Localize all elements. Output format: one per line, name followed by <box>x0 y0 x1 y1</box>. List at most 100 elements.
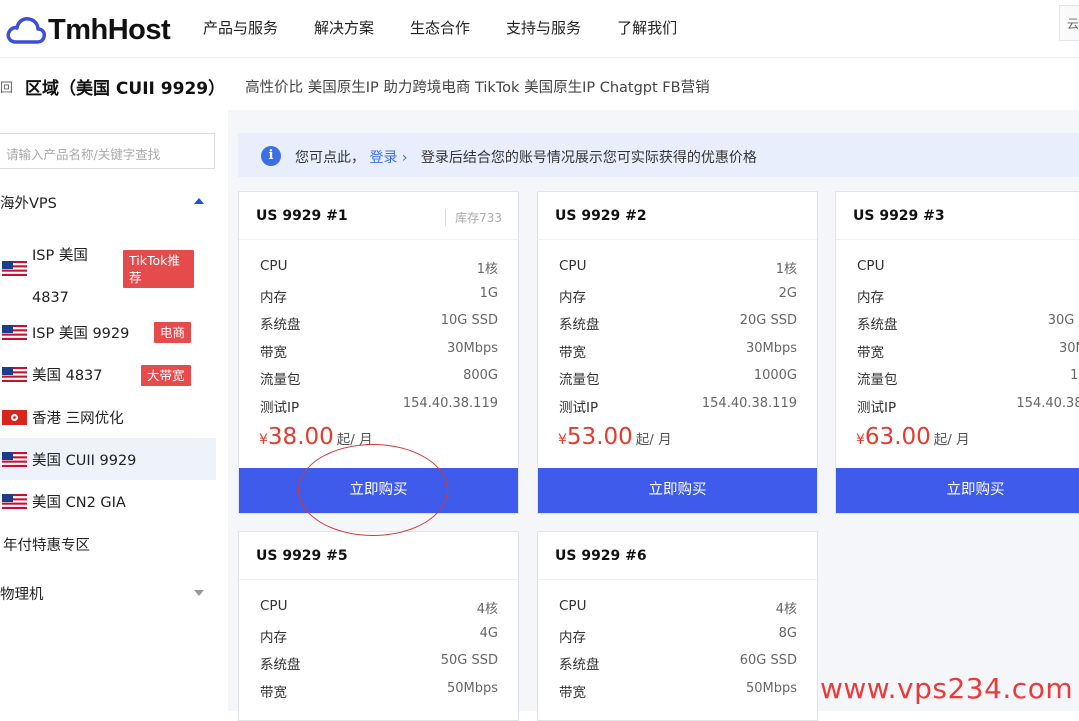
buy-now-button[interactable]: 立即购买 <box>239 468 518 513</box>
spec-label: 系统盘 <box>260 317 301 333</box>
spec-label: 流量包 <box>260 372 301 388</box>
spec-value: 60G SSD <box>739 653 797 668</box>
spec-row: 内存 4G <box>260 626 498 646</box>
currency-symbol: ¥ <box>259 432 268 448</box>
spec-label: CPU <box>559 598 587 614</box>
page-subtitle: 高性价比 美国原生IP 助力跨境电商 TikTok 美国原生IP Chatgpt… <box>245 79 710 96</box>
price: ¥53.00 起/ 月 <box>558 424 672 450</box>
price-value: 53.00 <box>566 424 633 450</box>
price-unit: 起/ 月 <box>635 432 672 448</box>
spec-row: 测试IP 154.40.38.119 <box>559 396 797 416</box>
spec-row: CPU 4核 <box>260 598 498 618</box>
top-header: TmhHost 产品与服务 解决方案 生态合作 支持与服务 了解我们 云 <box>0 0 1079 58</box>
sidebar-item-isp-us-4837[interactable]: ISP 美国 4837 TikTok推 荐 <box>0 235 216 306</box>
product-card: US 9929 #6 CPU 4核 内存 8G 系统盘 60G SSD 带宽 50Mbps <box>537 531 818 721</box>
sidebar-group-vps-label: 海外VPS <box>0 196 57 212</box>
us-flag-icon <box>2 325 27 340</box>
watermark-text: www.vps234.com <box>820 672 1074 705</box>
spec-value: 20G SSD <box>739 313 797 328</box>
main-nav: 产品与服务 解决方案 生态合作 支持与服务 了解我们 <box>203 17 713 38</box>
hk-flag-icon <box>2 410 27 425</box>
header-console-button[interactable]: 云 <box>1059 5 1079 41</box>
sidebar-group-physical[interactable]: 物理机 <box>0 583 216 603</box>
spec-row: 带宽 50Mbps <box>559 681 797 701</box>
tiktok-badge: TikTok推 荐 <box>123 250 194 288</box>
spec-row: 系统盘 50G SSD <box>260 653 498 673</box>
buy-now-button[interactable]: 立即购买 <box>836 468 1079 513</box>
spec-value: 4核 <box>476 602 498 617</box>
notice-suffix: 登录后结合您的账号情况展示您可实际获得的优惠价格 <box>420 150 757 166</box>
back-link[interactable]: 回 <box>0 77 13 96</box>
bandwidth-badge: 大带宽 <box>141 365 191 386</box>
ecommerce-badge: 电商 <box>154 322 192 343</box>
spec-label: 流量包 <box>857 372 898 388</box>
nav-ecosystem[interactable]: 生态合作 <box>410 17 470 38</box>
nav-about[interactable]: 了解我们 <box>617 17 677 38</box>
spec-label: 内存 <box>260 629 287 646</box>
nav-products[interactable]: 产品与服务 <box>203 17 278 38</box>
spec-label: 内存 <box>260 289 287 306</box>
nav-support[interactable]: 支持与服务 <box>506 17 581 38</box>
sidebar-item-label: 香港 三网优化 <box>32 410 124 427</box>
spec-value: 1000G <box>753 368 797 383</box>
sidebar-item-us-cuii-9929[interactable]: 美国 CUII 9929 <box>0 438 216 480</box>
login-notice: i 您可点此， 登录 › 登录后结合您的账号情况展示您可实际获得的优惠价格 <box>238 133 1079 177</box>
spec-label: 带宽 <box>260 684 287 701</box>
spec-row: 系统盘 30G SS <box>857 313 1079 333</box>
spec-label: 系统盘 <box>857 317 898 333</box>
spec-value: 2G <box>778 285 797 301</box>
spec-value: 154.40.38.1 <box>1016 395 1079 411</box>
sidebar-item-us-4837[interactable]: 美国 4837 大带宽 <box>0 353 216 395</box>
spec-value: 4G <box>479 625 498 641</box>
sidebar-item-isp-us-9929[interactable]: ISP 美国 9929 电商 <box>0 311 216 353</box>
spec-label: 带宽 <box>260 344 287 361</box>
card-header: US 9929 #2 <box>538 192 817 240</box>
spec-label: 测试IP <box>857 399 897 416</box>
sidebar-item-us-cn2-gia[interactable]: 美国 CN2 GIA <box>0 480 216 522</box>
spec-value: 1核 <box>476 262 498 277</box>
spec-label: 流量包 <box>559 372 600 388</box>
badge-line1: TikTok推 <box>129 253 180 268</box>
spec-row: CPU 1核 <box>559 258 797 278</box>
stock-count: 库存733 <box>445 209 502 226</box>
search-input[interactable]: 请输入产品名称/关键字查找 <box>0 133 215 169</box>
spec-label: 系统盘 <box>260 657 301 673</box>
spec-label: CPU <box>857 258 885 274</box>
page-title: 区域（美国 CUII 9929） <box>25 78 226 99</box>
sidebar-item-annual-deals[interactable]: 年付特惠专区 <box>3 534 90 555</box>
spec-row: 内存 <box>857 286 1079 306</box>
login-link[interactable]: 登录 › <box>369 150 407 166</box>
spec-row: 系统盘 20G SSD <box>559 313 797 333</box>
product-card: US 9929 #2 CPU 1核 内存 2G 系统盘 20G SSD 带宽 30Mbps 流量包… <box>537 191 818 514</box>
spec-value: 50Mbps <box>446 680 498 696</box>
spec-row: 带宽 30Mbps <box>559 341 797 361</box>
page-title-row: 回 区域（美国 CUII 9929） 高性价比 美国原生IP 助力跨境电商 Ti… <box>0 74 710 99</box>
buy-now-button[interactable]: 立即购买 <box>538 468 817 513</box>
product-card: US 9929 #1 库存733 CPU 1核 内存 1G 系统盘 10G SSD 带宽 30Mb… <box>238 191 519 514</box>
spec-row: 带宽 50Mbps <box>260 681 498 701</box>
sidebar-item-label: ISP 美国 9929 <box>32 325 130 342</box>
notice-prefix: 您可点此， <box>295 150 365 166</box>
us-flag-icon <box>2 452 27 467</box>
price: ¥63.00 起/ 月 <box>856 424 970 450</box>
spec-label: 测试IP <box>260 399 300 416</box>
spec-value: 10G SSD <box>440 313 498 328</box>
chevron-right-icon: › <box>401 150 408 166</box>
sidebar-item-label: 美国 CN2 GIA <box>32 494 126 511</box>
sidebar-group-vps[interactable]: 海外VPS <box>0 192 216 212</box>
nav-solutions[interactable]: 解决方案 <box>314 17 374 38</box>
spec-value: 4核 <box>775 602 797 617</box>
logo[interactable]: TmhHost <box>6 12 171 48</box>
card-header: US 9929 #3 <box>836 192 1079 240</box>
sidebar-item-hk[interactable]: 香港 三网优化 <box>0 396 216 438</box>
cloud-logo-icon <box>6 14 46 46</box>
spec-label: 带宽 <box>559 684 586 701</box>
spec-label: 内存 <box>857 289 884 306</box>
spec-row: 内存 1G <box>260 286 498 306</box>
chevron-down-icon <box>194 590 204 596</box>
spec-row: 系统盘 60G SSD <box>559 653 797 673</box>
currency-symbol: ¥ <box>558 432 567 448</box>
spec-value: 30Mbps <box>446 340 498 356</box>
sidebar-item-label-line2: 4837 <box>32 290 69 306</box>
logo-text: TmhHost <box>48 13 171 46</box>
